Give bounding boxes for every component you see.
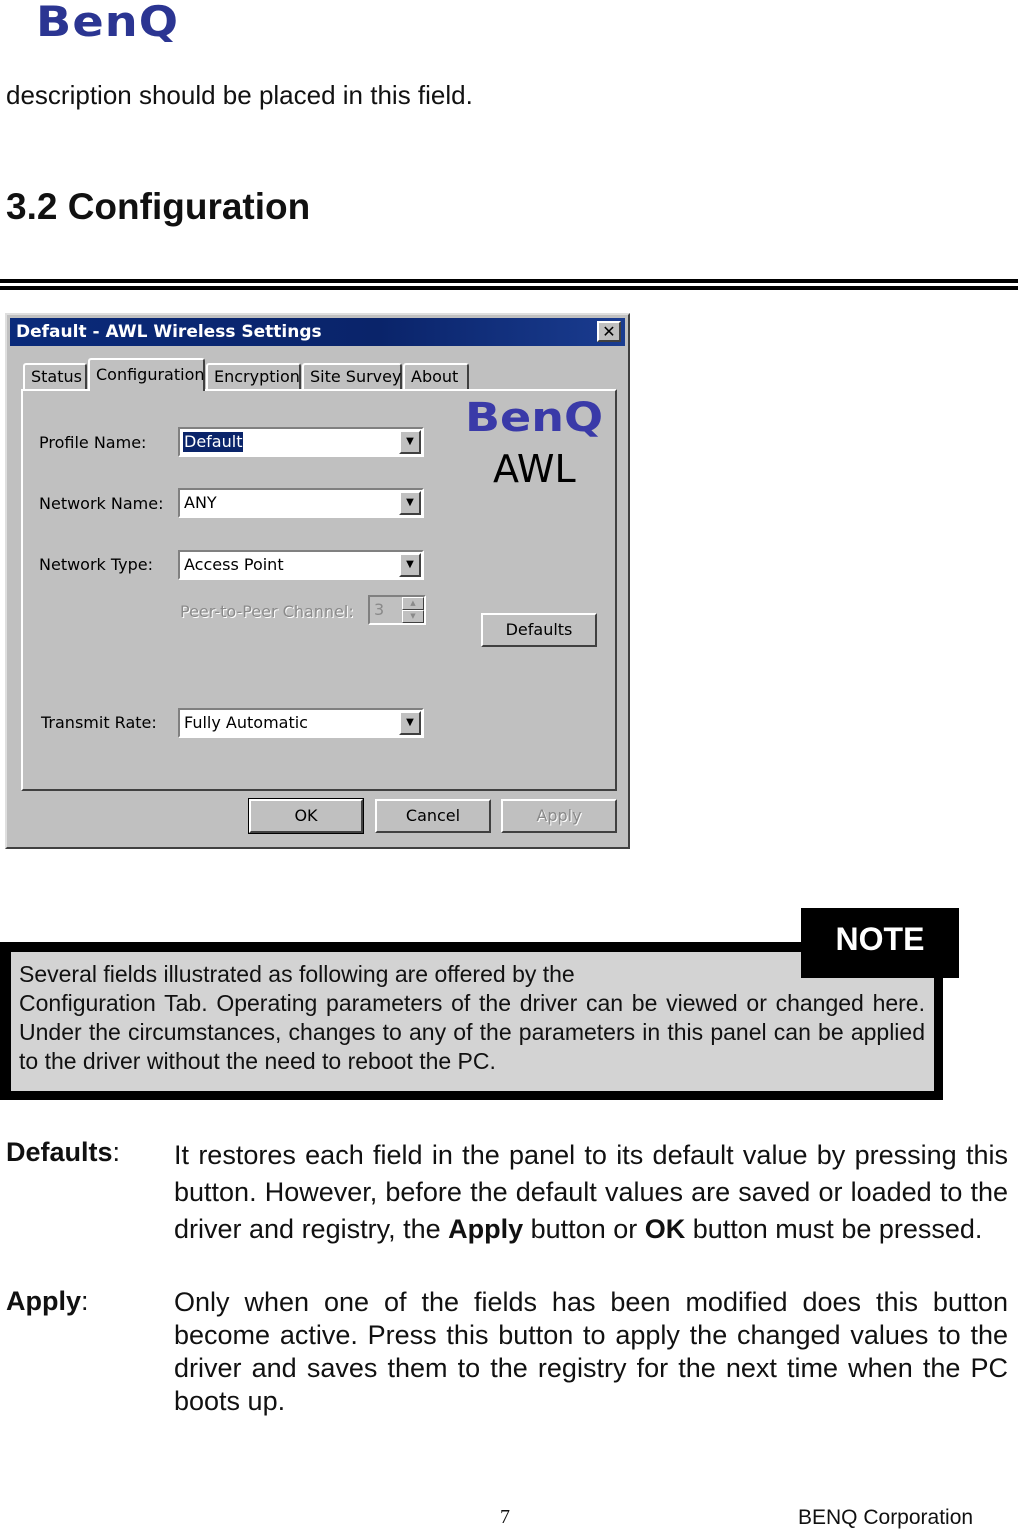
cancel-button[interactable]: Cancel [375,799,491,833]
profile-name-label: Profile Name: [39,433,147,452]
chevron-down-icon[interactable]: ▼ [399,430,421,454]
network-name-label: Network Name: [39,494,164,513]
close-button[interactable]: ✕ [597,321,621,342]
transmit-rate-value: Fully Automatic [184,713,308,732]
desc-defaults: It restores each field in the panel to i… [174,1140,1008,1244]
section-title: 3.2 Configuration [6,186,311,227]
close-icon: ✕ [602,322,616,341]
tab-status[interactable]: Status [23,363,87,389]
ok-button[interactable]: OK [248,798,364,834]
network-name-combo[interactable]: ANY ▼ [178,488,424,518]
spin-up-icon[interactable]: ▲ [402,597,424,610]
peer-channel-label: Peer-to-Peer Channel: [180,602,354,621]
network-name-value: ANY [184,493,217,512]
benq-header-logo: BenQ [36,0,180,46]
chevron-down-icon[interactable]: ▼ [399,491,421,515]
note-tag: NOTE [801,908,959,978]
peer-channel-spinner[interactable]: 3 ▲ ▼ [368,595,426,625]
spin-down-icon[interactable]: ▼ [402,610,424,623]
term-defaults: Defaults: [6,1137,121,1167]
term-apply: Apply: [6,1286,89,1316]
desc-apply: Only when one of the fields has been mod… [174,1287,1008,1416]
double-rule-bottom [0,286,1018,294]
note-first-line: Several fields illustrated as following … [19,961,575,987]
apply-button[interactable]: Apply [501,799,617,833]
tab-configuration[interactable]: Configuration [88,358,205,391]
awl-settings-dialog: Default - AWL Wireless Settings ✕ Status… [5,313,630,849]
network-type-combo[interactable]: Access Point ▼ [178,550,424,580]
dialog-title: Default - AWL Wireless Settings [16,322,322,342]
transmit-rate-combo[interactable]: Fully Automatic ▼ [178,708,424,738]
profile-name-combo[interactable]: Default ▼ [178,427,424,457]
network-type-label: Network Type: [39,555,154,574]
tab-encryption[interactable]: Encryption [206,363,301,389]
chevron-down-icon[interactable]: ▼ [399,711,421,735]
tab-site-survey[interactable]: Site Survey [302,363,402,389]
tab-about[interactable]: About [403,363,469,389]
peer-channel-value: 3 [374,600,385,619]
network-type-value: Access Point [184,555,284,574]
awl-product-label: AWL [493,447,576,491]
intro-text: description should be placed in this fie… [6,80,473,110]
defaults-button[interactable]: Defaults [481,613,597,647]
configuration-panel: Profile Name: Default ▼ Network Name: AN… [21,389,617,791]
transmit-rate-label: Transmit Rate: [41,713,157,732]
page-number: 7 [500,1506,510,1528]
chevron-down-icon[interactable]: ▼ [399,553,421,577]
profile-name-value: Default [183,432,244,452]
note-text: Several fields illustrated as following … [19,960,925,1076]
dialog-titlebar: Default - AWL Wireless Settings ✕ [10,318,625,346]
footer-company: BENQ Corporation [798,1506,974,1529]
benq-logo: BenQ [465,395,604,441]
note-body: Configuration Tab. Operating parameters … [19,990,925,1074]
